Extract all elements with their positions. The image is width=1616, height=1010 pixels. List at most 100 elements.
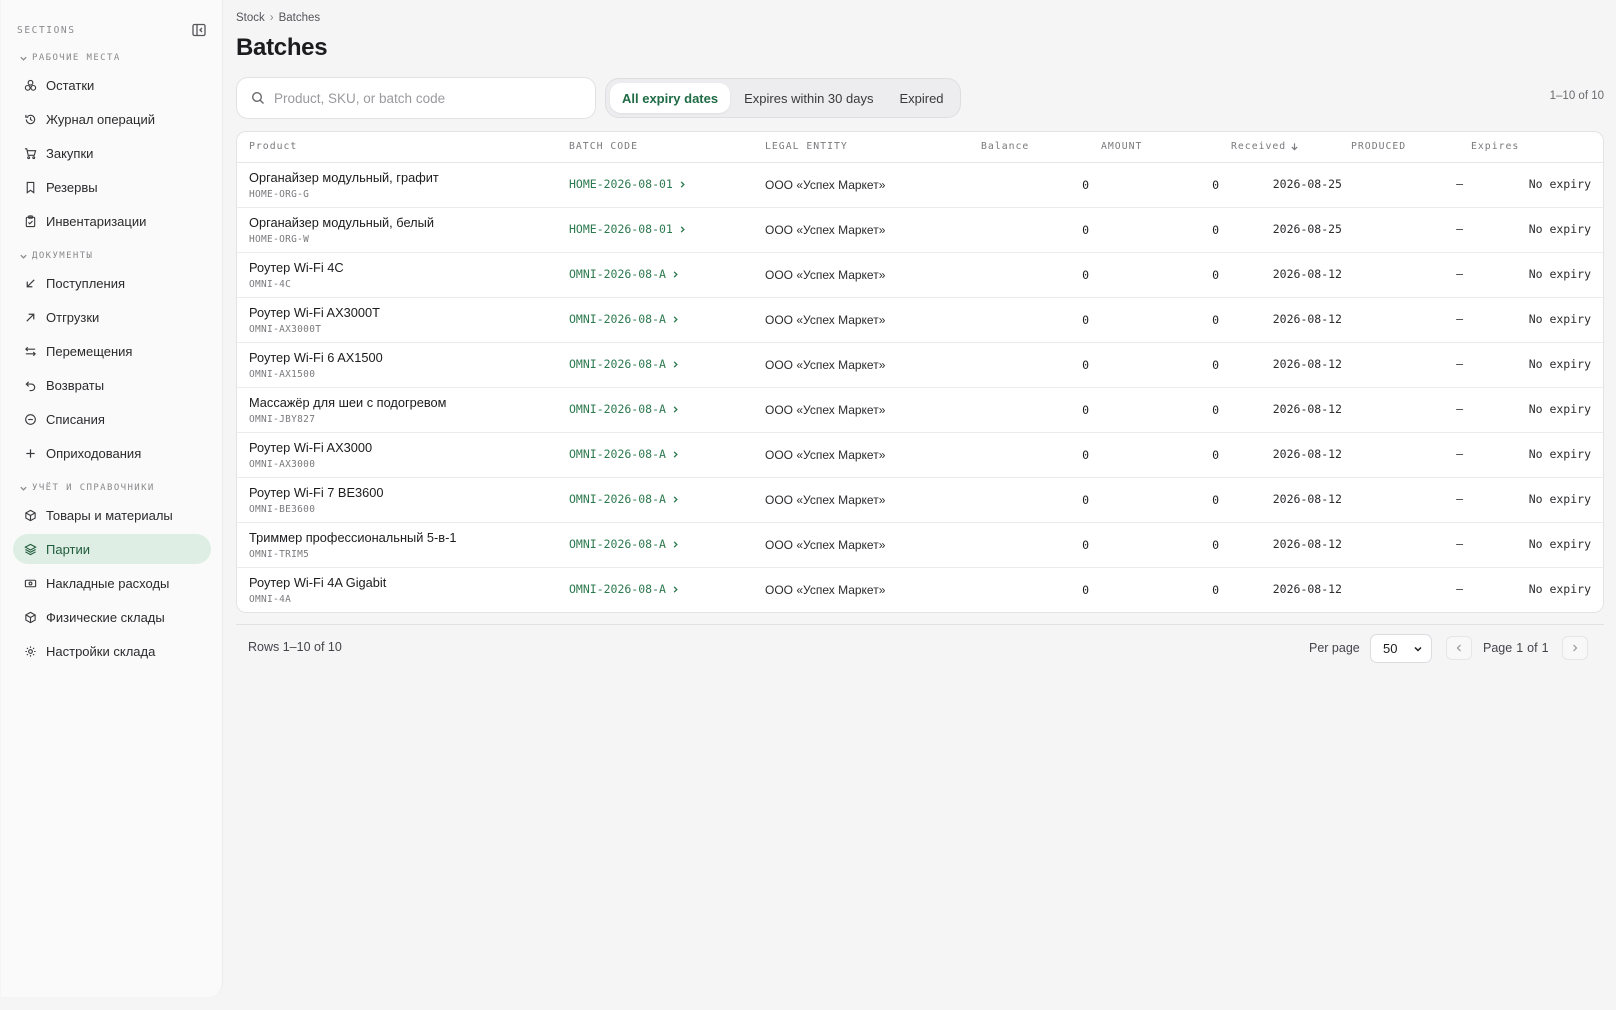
column-header-batch-code[interactable]: BATCH CODE xyxy=(569,141,638,152)
filter-expires-30-days[interactable]: Expires within 30 days xyxy=(732,83,885,113)
received-date: 2026-08-12 xyxy=(1272,267,1342,281)
sidebar-item-warehouses[interactable]: Физические склады xyxy=(13,602,211,632)
batch-code-link[interactable]: HOME-2026-08-01 xyxy=(569,177,687,191)
table-row[interactable]: Роутер Wi-Fi 4A Gigabit OMNI-4A OMNI-2026-… xyxy=(237,568,1603,612)
page-title: Batches xyxy=(236,34,328,61)
sidebar-item-purchases[interactable]: Закупки xyxy=(13,138,211,168)
table-row[interactable]: Роутер Wi-Fi AX3000T OMNI-AX3000T OMNI-202… xyxy=(237,298,1603,343)
balance-value: 0 xyxy=(1082,223,1089,237)
amount-value: 0 xyxy=(1212,403,1219,417)
expiry-filter: All expiry dates Expires within 30 days … xyxy=(605,78,961,118)
product-sku: OMNI-BE3600 xyxy=(249,504,316,515)
sidebar-item-writeoffs[interactable]: Списания xyxy=(13,404,211,434)
sidebar-item-label: Партии xyxy=(46,541,90,557)
table-row[interactable]: Триммер профессиональный 5-в-1 OMNI-TRIM5… xyxy=(237,523,1603,568)
batch-code-link[interactable]: OMNI-2026-08-A xyxy=(569,537,680,551)
chevron-right-icon xyxy=(1573,644,1578,652)
column-header-legal-entity[interactable]: LEGAL ENTITY xyxy=(765,141,848,152)
per-page-select[interactable]: 50 xyxy=(1370,634,1432,663)
received-date: 2026-08-12 xyxy=(1272,402,1342,416)
sidebar-item-label: Инвентаризации xyxy=(46,213,147,229)
batch-code-link[interactable]: OMNI-2026-08-A xyxy=(569,492,680,506)
balance-value: 0 xyxy=(1082,583,1089,597)
legal-entity: ООО «Успех Маркет» xyxy=(765,538,886,552)
nav-group-label: УЧЁТ И СПРАВОЧНИКИ xyxy=(32,483,155,493)
nav-group-documents[interactable]: ДОКУМЕНТЫ xyxy=(19,249,93,263)
sidebar-item-goods[interactable]: Товары и материалы xyxy=(13,500,211,530)
column-header-product[interactable]: Product xyxy=(249,141,297,152)
sidebar-item-warehouse-settings[interactable]: Настройки склада xyxy=(13,636,211,666)
batch-code-link[interactable]: OMNI-2026-08-A xyxy=(569,447,680,461)
prev-page-button[interactable] xyxy=(1446,636,1472,660)
table-header: Product BATCH CODE LEGAL ENTITY Balance … xyxy=(237,132,1603,163)
arrow-up-right-icon xyxy=(26,313,35,322)
filter-all-expiry[interactable]: All expiry dates xyxy=(610,83,731,113)
batch-code: OMNI-2026-08-A xyxy=(569,447,666,461)
filter-expired[interactable]: Expired xyxy=(887,83,955,113)
batch-code-link[interactable]: OMNI-2026-08-A xyxy=(569,357,680,371)
table-row[interactable]: Роутер Wi-Fi 6 AX1500 OMNI-AX1500 OMNI-202… xyxy=(237,343,1603,388)
batch-code-link[interactable]: OMNI-2026-08-A xyxy=(569,582,680,596)
sidebar-item-overheads[interactable]: Накладные расходы xyxy=(13,568,211,598)
nav-group-workspaces[interactable]: РАБОЧИЕ МЕСТА xyxy=(19,51,121,65)
product-name: Триммер профессиональный 5-в-1 xyxy=(249,530,457,545)
history-icon xyxy=(25,114,36,124)
column-header-amount[interactable]: AMOUNT xyxy=(1101,141,1142,152)
sidebar: SECTIONS РАБОЧИЕ МЕСТА Остатки Журнал оп… xyxy=(1,0,223,997)
sidebar-item-returns[interactable]: Возвраты xyxy=(13,370,211,400)
column-header-balance[interactable]: Balance xyxy=(981,141,1029,152)
sidebar-item-receipts[interactable]: Поступления xyxy=(13,268,211,298)
product-sku: OMNI-4C xyxy=(249,279,292,290)
next-page-button[interactable] xyxy=(1562,636,1588,660)
received-date: 2026-08-12 xyxy=(1272,492,1342,506)
search-input[interactable] xyxy=(274,90,574,106)
table-row[interactable]: Роутер Wi-Fi AX3000 OMNI-AX3000 OMNI-2026-… xyxy=(237,433,1603,478)
batch-code: OMNI-2026-08-A xyxy=(569,492,666,506)
product-name: Роутер Wi-Fi AX3000T xyxy=(249,305,380,320)
search-box[interactable] xyxy=(236,77,596,119)
column-header-received[interactable]: Received xyxy=(1231,141,1299,152)
amount-value: 0 xyxy=(1212,538,1219,552)
undo-icon xyxy=(25,380,36,391)
sidebar-item-label: Настройки склада xyxy=(46,643,156,659)
table-row[interactable]: Роутер Wi-Fi 7 BE3600 OMNI-BE3600 OMNI-202… xyxy=(237,478,1603,523)
sidebar-item-reserves[interactable]: Резервы xyxy=(13,172,211,202)
batch-code-link[interactable]: OMNI-2026-08-A xyxy=(569,402,680,416)
breadcrumb-parent[interactable]: Stock xyxy=(236,12,265,24)
sidebar-item-capitalizations[interactable]: Оприходования xyxy=(13,438,211,468)
legal-entity: ООО «Успех Маркет» xyxy=(765,178,886,192)
expires-value: No expiry xyxy=(1528,582,1591,596)
column-header-expires[interactable]: Expires xyxy=(1471,141,1519,152)
sidebar-collapse-icon[interactable] xyxy=(191,22,207,38)
sidebar-item-stock[interactable]: Остатки xyxy=(13,70,211,100)
sidebar-header: SECTIONS xyxy=(17,20,207,40)
legal-entity: ООО «Успех Маркет» xyxy=(765,448,886,462)
batch-code-link[interactable]: OMNI-2026-08-A xyxy=(569,312,680,326)
product-cell: Роутер Wi-Fi 6 AX1500 OMNI-AX1500 xyxy=(249,350,383,380)
sidebar-item-transfers[interactable]: Перемещения xyxy=(13,336,211,366)
sidebar-item-label: Поступления xyxy=(46,275,126,291)
sidebar-item-operations-log[interactable]: Журнал операций xyxy=(13,104,211,134)
table-row[interactable]: Органайзер модульный, белый HOME-ORG-W HOM… xyxy=(237,208,1603,253)
column-header-produced[interactable]: PRODUCED xyxy=(1351,141,1406,152)
batch-code-link[interactable]: HOME-2026-08-01 xyxy=(569,222,687,236)
table-row[interactable]: Органайзер модульный, графит HOME-ORG-G HO… xyxy=(237,163,1603,208)
nav-group-references[interactable]: УЧЁТ И СПРАВОЧНИКИ xyxy=(19,481,155,495)
amount-value: 0 xyxy=(1212,223,1219,237)
gear-icon xyxy=(25,645,36,657)
chevron-right-icon xyxy=(673,540,678,548)
clipboard-check-icon xyxy=(25,214,36,227)
batch-code-link[interactable]: OMNI-2026-08-A xyxy=(569,267,680,281)
sidebar-item-shipments[interactable]: Отгрузки xyxy=(13,302,211,332)
product-cell: Роутер Wi-Fi 7 BE3600 OMNI-BE3600 xyxy=(249,485,383,515)
sidebar-item-batches[interactable]: Партии xyxy=(13,534,211,564)
breadcrumb: Stock › Batches xyxy=(236,12,320,24)
table-row[interactable]: Роутер Wi-Fi 4C OMNI-4C OMNI-2026-08-A ООО … xyxy=(237,253,1603,298)
product-cell: Массажёр для шеи с подогревом OMNI-JBY827 xyxy=(249,395,446,425)
sidebar-item-inventories[interactable]: Инвентаризации xyxy=(13,206,211,236)
expires-value: No expiry xyxy=(1528,267,1591,281)
table-row[interactable]: Массажёр для шеи с подогревом OMNI-JBY827… xyxy=(237,388,1603,433)
received-date: 2026-08-25 xyxy=(1272,177,1342,191)
rows-count: Rows 1–10 of 10 xyxy=(248,640,342,654)
product-name: Роутер Wi-Fi 6 AX1500 xyxy=(249,350,383,365)
